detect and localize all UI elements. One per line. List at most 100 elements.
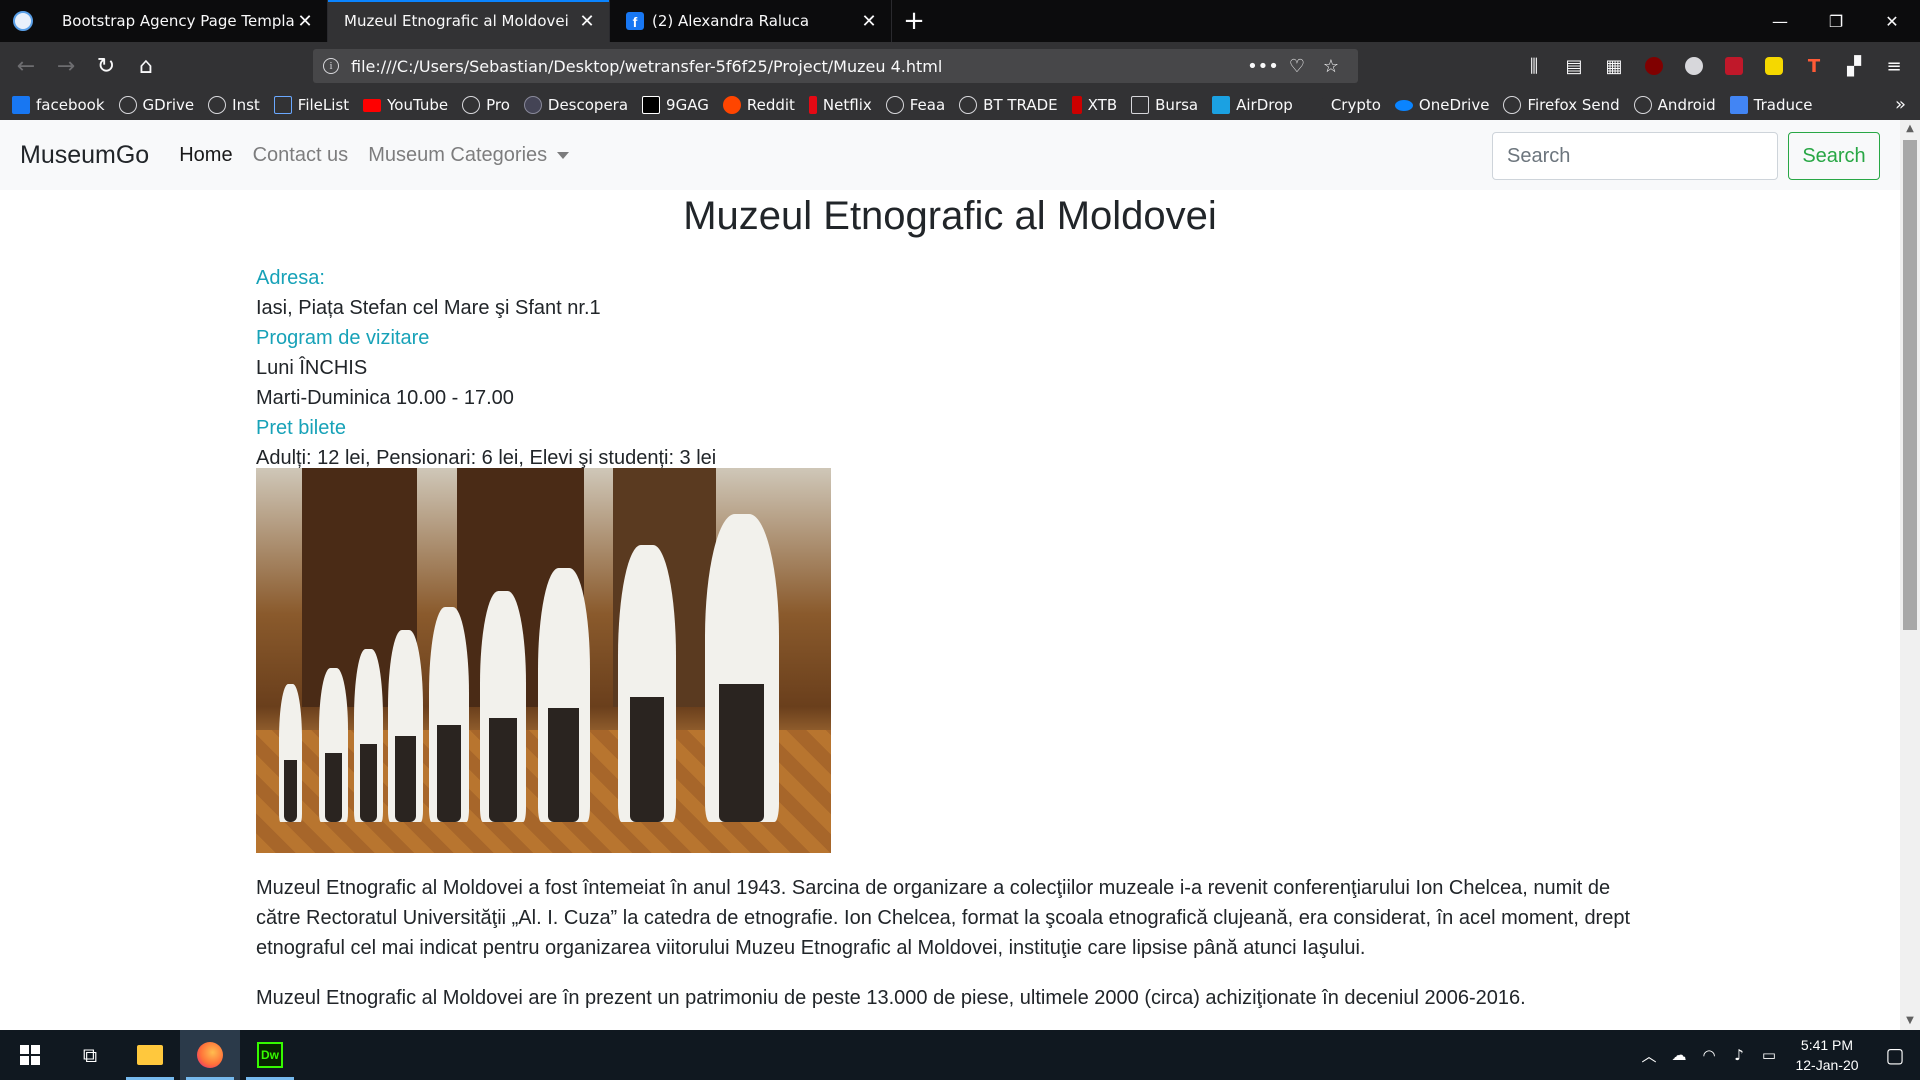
browser-toolbar: ← → ↻ ⌂ i file:///C:/Users/Sebastian/Des…	[0, 42, 1920, 90]
bookmark-traduce[interactable]: Traduce	[1729, 96, 1813, 114]
bookmark-filelist[interactable]: FileList	[273, 96, 349, 114]
bookmark-youtube[interactable]: YouTube	[363, 96, 448, 114]
back-button[interactable]: ←	[6, 46, 46, 86]
start-button[interactable]	[0, 1030, 60, 1080]
bookmark-bt-trade[interactable]: BT TRADE	[959, 96, 1058, 114]
address-text: Iasi, Piața Stefan cel Mare şi Sfant nr.…	[256, 297, 601, 319]
close-icon[interactable]: ✕	[577, 11, 597, 32]
history-paragraph: Muzeul Etnografic al Moldovei a fost înt…	[256, 877, 1631, 959]
bookmark-netflix[interactable]: Netflix	[808, 96, 872, 114]
page-actions-icon[interactable]: •••	[1246, 56, 1280, 77]
new-tab-button[interactable]: +	[892, 0, 936, 42]
bookmark-xtb[interactable]: XTB	[1071, 96, 1117, 114]
wifi-icon[interactable]: ◠	[1694, 1046, 1724, 1064]
pocket-icon[interactable]: ♡	[1280, 56, 1314, 77]
tab-facebook[interactable]: f (2) Alexandra Raluca ✕	[610, 0, 892, 42]
bookmark-gdrive[interactable]: GDrive	[118, 96, 194, 114]
page-scrollbar[interactable]: ▲ ▼	[1900, 120, 1920, 1030]
bookmark-pro[interactable]: Pro	[462, 96, 510, 114]
bookmark-airdrop[interactable]: AirDrop	[1212, 96, 1293, 114]
program-line-1: Luni ÎNCHIS	[256, 357, 368, 379]
tab-title: Muzeul Etnografic al Moldovei	[344, 12, 569, 30]
translate-icon	[1729, 96, 1748, 114]
menu-icon[interactable]: ≡	[1874, 46, 1914, 86]
bookmark-descopera[interactable]: Descopera	[523, 96, 628, 114]
blocker-icon[interactable]	[1714, 46, 1754, 86]
museum-photo	[256, 468, 831, 853]
task-view-button[interactable]: ⧉	[60, 1030, 120, 1080]
tab-title: Bootstrap Agency Page Template	[62, 12, 295, 30]
bookmark-android[interactable]: Android	[1633, 96, 1716, 114]
youtube-icon	[363, 98, 382, 112]
notification-icon[interactable]: ▢	[1870, 1043, 1920, 1067]
taskbar-dreamweaver[interactable]: Dw	[240, 1030, 300, 1080]
scroll-down-icon[interactable]: ▼	[1900, 1012, 1920, 1030]
descopera-icon	[523, 96, 542, 114]
crypto-icon	[1306, 96, 1325, 114]
ublock-icon[interactable]	[1634, 46, 1674, 86]
close-icon[interactable]: ✕	[859, 11, 879, 32]
price-label: Pret bilete	[256, 417, 347, 439]
nav-home[interactable]: Home	[179, 144, 232, 167]
taskbar-firefox[interactable]	[180, 1030, 240, 1080]
firefox-icon	[197, 1042, 223, 1068]
url-bar[interactable]: i file:///C:/Users/Sebastian/Desktop/wet…	[313, 49, 1358, 83]
reload-button[interactable]: ↻	[86, 46, 126, 86]
photo-figure	[480, 591, 527, 823]
bookmark-reddit[interactable]: Reddit	[722, 96, 795, 114]
taskbar-file-explorer[interactable]	[120, 1030, 180, 1080]
tab-muzeul-etnografic[interactable]: Muzeul Etnografic al Moldovei ✕	[328, 0, 610, 42]
chevron-up-icon[interactable]: ︿	[1634, 1045, 1664, 1066]
library-icon[interactable]: ⫼	[1514, 46, 1554, 86]
tab-bootstrap-agency[interactable]: Bootstrap Agency Page Template ✕	[46, 0, 328, 42]
reddit-icon	[722, 96, 741, 114]
bookmark-firefox-send[interactable]: Firefox Send	[1503, 96, 1620, 114]
search-input[interactable]	[1492, 132, 1778, 180]
site-navbar: MuseumGo Home Contact us Museum Categori…	[0, 120, 1900, 190]
tab-grid-icon[interactable]: ▦	[1594, 46, 1634, 86]
scroll-thumb[interactable]	[1903, 140, 1917, 630]
battery-icon[interactable]: ▭	[1754, 1046, 1784, 1064]
photo-figure	[618, 545, 676, 823]
netflix-icon	[808, 96, 817, 114]
forward-button[interactable]: →	[46, 46, 86, 86]
bookmark-9gag[interactable]: 9GAG	[642, 96, 709, 114]
volume-icon[interactable]: ♪	[1724, 1046, 1754, 1064]
restore-button[interactable]: ❐	[1808, 0, 1864, 42]
taskbar-clock[interactable]: 5:41 PM 12-Jan-20	[1784, 1035, 1870, 1075]
bookmark-crypto[interactable]: Crypto	[1306, 96, 1381, 114]
extensions-icon[interactable]: ▞	[1834, 46, 1874, 86]
bookmark-inst[interactable]: Inst	[208, 96, 260, 114]
folder-icon	[137, 1045, 163, 1065]
close-window-button[interactable]: ✕	[1864, 0, 1920, 42]
museum-info: Adresa: Iasi, Piața Stefan cel Mare şi S…	[256, 263, 716, 473]
nav-museum-categories[interactable]: Museum Categories	[368, 144, 570, 167]
bookmark-facebook[interactable]: facebook	[12, 96, 105, 114]
url-text[interactable]: file:///C:/Users/Sebastian/Desktop/wetra…	[351, 57, 1246, 76]
site-brand[interactable]: MuseumGo	[20, 141, 149, 170]
app-icon	[0, 0, 46, 42]
chevron-right-icon[interactable]: »	[1895, 94, 1906, 115]
onedrive-cloud-icon[interactable]: ☁	[1664, 1046, 1694, 1064]
scroll-up-icon[interactable]: ▲	[1900, 120, 1920, 138]
sidebar-icon[interactable]: ▤	[1554, 46, 1594, 86]
account-icon[interactable]	[1674, 46, 1714, 86]
minimize-button[interactable]: —	[1752, 0, 1808, 42]
extension-yellow-icon[interactable]	[1754, 46, 1794, 86]
bookmark-feaa[interactable]: Feaa	[885, 96, 945, 114]
close-icon[interactable]: ✕	[295, 11, 315, 32]
globe-icon	[1633, 96, 1652, 114]
clock-time: 5:41 PM	[1800, 1037, 1854, 1053]
toolbar-right: ⫼ ▤ ▦ T ▞ ≡	[1514, 42, 1920, 90]
home-button[interactable]: ⌂	[126, 46, 166, 86]
info-icon[interactable]: i	[323, 58, 339, 74]
onedrive-icon	[1394, 99, 1413, 111]
page-title: Muzeul Etnografic al Moldovei	[683, 194, 1217, 238]
filelist-icon	[273, 96, 292, 114]
nav-contact[interactable]: Contact us	[253, 144, 349, 167]
translate-t-icon[interactable]: T	[1794, 46, 1834, 86]
search-button[interactable]: Search	[1788, 132, 1880, 180]
bookmark-onedrive[interactable]: OneDrive	[1394, 96, 1489, 114]
bookmark-bursa[interactable]: Bursa	[1131, 96, 1198, 114]
bookmark-star-icon[interactable]: ☆	[1314, 56, 1348, 77]
